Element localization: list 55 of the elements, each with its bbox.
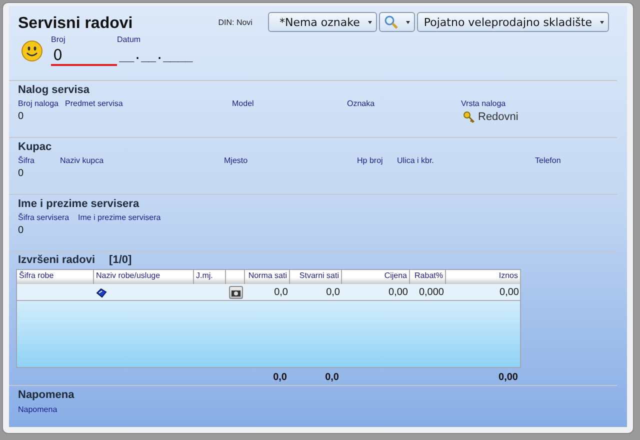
field-label: Šifra xyxy=(18,156,36,165)
field-label: Ulica i kbr. xyxy=(397,156,435,165)
field-value: 0 xyxy=(18,111,25,122)
table-cell: 0,0 xyxy=(274,287,288,298)
table-cell: 0,0 xyxy=(326,287,340,298)
field-label: Hp broj xyxy=(357,156,384,165)
field-value: 0 xyxy=(18,225,25,236)
field-label: Vrsta naloga xyxy=(461,99,507,108)
edit-icon[interactable] xyxy=(96,288,107,298)
field-label: Oznaka xyxy=(347,99,376,108)
key-icon xyxy=(463,111,475,123)
field-label: Predmet servisa xyxy=(65,99,124,108)
window-title: Servisni radovi xyxy=(18,15,133,33)
tag-dropdown[interactable]: *Nema oznake xyxy=(268,12,377,32)
field-label: Napomena xyxy=(18,405,58,414)
smiley-icon xyxy=(21,40,43,62)
section-title: Napomena xyxy=(18,389,76,401)
field-label: Datum xyxy=(117,35,142,44)
section-title: Nalog servisa xyxy=(18,84,91,96)
currency-label: DIN: Novi xyxy=(218,18,252,27)
column-header[interactable]: Iznos xyxy=(446,270,521,284)
section-title: Ime i prezime servisera xyxy=(18,198,140,210)
field-label: Mjesto xyxy=(224,156,249,165)
search-icon xyxy=(384,15,398,29)
table-cell: 0,00 xyxy=(500,287,519,298)
column-header[interactable]: Norma sati xyxy=(245,270,290,284)
column-header[interactable]: Šifra robe xyxy=(17,270,94,284)
date-field[interactable]: __.__.____ xyxy=(117,45,213,66)
field-label: Ime i prezime servisera xyxy=(78,213,162,222)
table-cell: 0,00 xyxy=(388,287,408,298)
section-title: Kupac xyxy=(18,141,53,153)
camera-button[interactable] xyxy=(228,286,242,299)
section-title: Izvršeni radovi xyxy=(18,254,96,266)
table-cell: 0,0 xyxy=(325,372,339,383)
warehouse-dropdown[interactable]: Pojatno veleprodajno skladište xyxy=(416,12,609,32)
field-label: Telefon xyxy=(535,156,562,165)
number-field[interactable]: 0 xyxy=(51,45,117,66)
table-cell: 0,0 xyxy=(273,372,287,383)
search-button[interactable] xyxy=(378,12,415,32)
field-label: Šifra servisera xyxy=(18,213,70,222)
table-cell: 0,000 xyxy=(418,287,444,298)
column-header[interactable]: Stvarni sati xyxy=(290,270,342,284)
field-value: Redovni xyxy=(478,111,518,123)
record-counter: [1/0] xyxy=(109,254,132,266)
column-header[interactable]: J.mj. xyxy=(194,270,226,284)
camera-icon xyxy=(230,288,240,296)
column-header[interactable]: Rabat% xyxy=(410,270,446,284)
table-cell: 0,00 xyxy=(498,372,518,383)
field-label: Naziv kupca xyxy=(60,156,105,165)
column-header[interactable]: Cijena xyxy=(342,270,410,284)
column-header[interactable]: Naziv robe/usluge xyxy=(94,270,194,284)
field-label: Broj naloga xyxy=(18,99,60,108)
field-value: 0 xyxy=(18,168,25,179)
field-label: Broj xyxy=(51,35,66,44)
field-label: Model xyxy=(232,99,255,108)
